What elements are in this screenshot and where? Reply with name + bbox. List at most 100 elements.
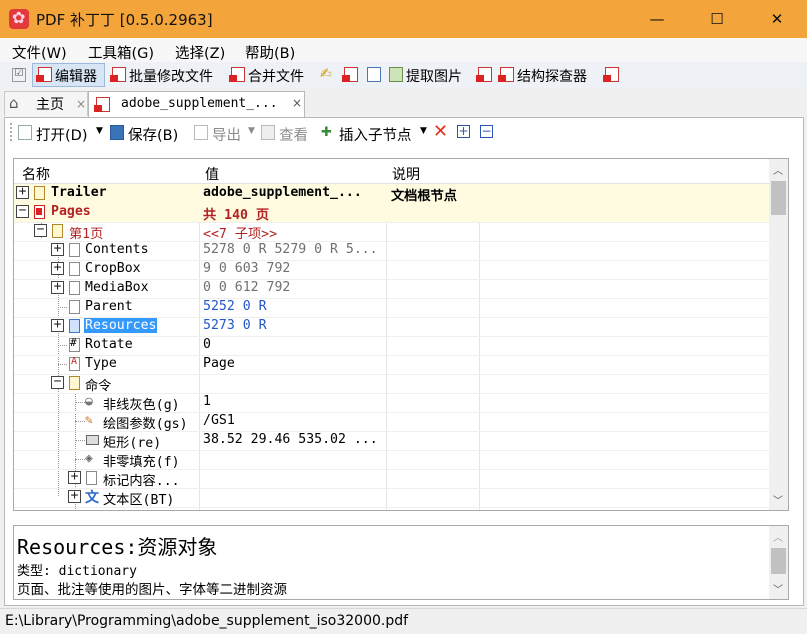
table-row[interactable]: Parent 5252 0 R [14, 298, 769, 318]
node-description: 文档根节点 [391, 189, 457, 204]
structure-tree-grid[interactable]: 名称 值 说明 + Trailer adobe_supplement_... 文… [13, 158, 789, 511]
menu-help[interactable]: 帮助(B) [245, 42, 295, 63]
minimize-button[interactable]: — [634, 0, 680, 38]
scroll-down-icon[interactable]: ﹀ [773, 492, 783, 507]
close-button[interactable]: ✕ [754, 0, 800, 38]
status-file-path: E:\Library\Programming\adobe_supplement_… [5, 613, 409, 629]
batch-modify-icon [110, 67, 126, 82]
extract-images-button[interactable]: 提取图片 [406, 66, 462, 86]
batch-modify-button[interactable]: 批量修改文件 [129, 66, 213, 86]
collapse-all-icon[interactable]: − [480, 125, 493, 138]
delete-icon[interactable]: ✕ [433, 121, 448, 142]
node-value: adobe_supplement_... [203, 185, 362, 200]
table-row[interactable]: Rotate 0 [14, 336, 769, 356]
text-block-icon: 文 [85, 490, 99, 506]
description-scroll-thumb[interactable] [771, 548, 786, 574]
header-description[interactable]: 说明 [392, 164, 420, 184]
editor-label: 编辑器 [55, 69, 97, 85]
save-button[interactable]: 保存(B) [128, 124, 178, 145]
bookmark-tool-icon[interactable]: ✍ [320, 66, 332, 82]
node-name: Pages [51, 204, 91, 219]
window-title: PDF 补丁丁 [0.5.0.2963] [36, 11, 213, 29]
desc-scroll-up-icon[interactable]: ︿ [773, 529, 783, 544]
node-name: Type [85, 356, 117, 371]
node-name: 绘图参数(gs) [103, 417, 188, 432]
table-row[interactable]: + CropBox 9 0 603 792 [14, 260, 769, 280]
table-row[interactable]: 矩形(re) 38.52 29.46 535.02 ... [14, 431, 769, 451]
export-dropdown-icon[interactable]: ▼ [248, 126, 255, 136]
node-value: 1 [203, 394, 211, 409]
insert-dropdown-icon[interactable]: ▼ [420, 126, 427, 136]
description-type: 类型: dictionary [17, 564, 137, 579]
toolbar-grip [10, 123, 14, 141]
table-row-selected[interactable]: + Resources 5273 0 R [14, 317, 769, 337]
extract-images-icon [389, 67, 403, 82]
table-row[interactable]: + Contents 5278 0 R 5279 0 R 5... [14, 241, 769, 261]
table-row[interactable]: − 命令 [14, 374, 769, 394]
tab-home-close-icon[interactable]: × [76, 97, 86, 111]
node-value: 5252 0 R [203, 299, 267, 314]
insert-child-button[interactable]: 插入子节点 [339, 124, 412, 145]
page-tool-icon[interactable] [367, 67, 381, 82]
export-icon [194, 125, 208, 140]
menu-tools[interactable]: 工具箱(G) [88, 42, 154, 63]
table-row[interactable]: Type Page [14, 355, 769, 375]
desc-scroll-down-icon[interactable]: ﹀ [773, 581, 783, 596]
node-value: /GS1 [203, 413, 235, 428]
table-row[interactable]: + 文 文本区(BT) [14, 488, 769, 508]
view-button[interactable]: 查看 [279, 124, 308, 145]
export-button[interactable]: 导出 [212, 124, 241, 145]
tab-document-close-icon[interactable]: × [292, 96, 302, 110]
node-name: 命令 [85, 379, 112, 394]
expand-all-icon[interactable]: + [457, 125, 470, 138]
description-text: 页面、批注等使用的图片、字体等二进制资源 [17, 582, 287, 598]
checklist-icon[interactable]: ☑ [12, 68, 26, 82]
node-value: 0 0 612 792 [203, 280, 291, 295]
node-name: Trailer [51, 185, 107, 200]
pdf-info-icon[interactable] [476, 67, 492, 82]
open-dropdown-icon[interactable]: ▼ [96, 126, 103, 136]
merge-button[interactable]: 合并文件 [248, 66, 304, 86]
grid-scroll-thumb[interactable] [771, 181, 786, 215]
insert-node-icon: ✚ [321, 125, 332, 140]
node-name: 非零填充(f) [103, 455, 180, 470]
graphics-state-icon: ✎ [85, 413, 93, 428]
open-button[interactable]: 打开(D) [36, 124, 87, 145]
struct-explorer-button[interactable]: 结构探查器 [517, 66, 587, 86]
table-row[interactable]: + 标记内容... [14, 469, 769, 489]
table-row[interactable]: ◒ 非线灰色(g) 1 [14, 393, 769, 413]
node-name: Parent [85, 299, 133, 314]
node-value: 9 0 603 792 [203, 261, 291, 276]
home-icon: ⌂ [9, 94, 19, 112]
header-name[interactable]: 名称 [22, 164, 50, 184]
table-row[interactable]: − 第1页 <<7 子项>> [14, 222, 769, 242]
table-row[interactable]: − Pages 共 140 页 [14, 203, 769, 223]
struct-explorer-icon [498, 67, 514, 82]
open-icon [18, 125, 32, 140]
table-row[interactable]: + MediaBox 0 0 612 792 [14, 279, 769, 299]
node-value: 5278 0 R 5279 0 R 5... [203, 242, 378, 257]
node-name: MediaBox [85, 280, 149, 295]
menu-file[interactable]: 文件(W) [12, 42, 67, 63]
scroll-up-icon[interactable]: ︿ [773, 162, 783, 177]
node-name: 非线灰色(g) [103, 398, 180, 413]
pdf-export-icon[interactable] [603, 67, 619, 82]
node-name: CropBox [85, 261, 141, 276]
gray-color-icon: ◒ [85, 394, 93, 409]
node-name: Contents [85, 242, 149, 257]
view-icon [261, 125, 275, 140]
menu-select[interactable]: 选择(Z) [175, 42, 225, 63]
table-row[interactable]: + Trailer adobe_supplement_... 文档根节点 [14, 184, 769, 204]
table-row[interactable]: ◈ 非零填充(f) [14, 450, 769, 470]
node-name: Resources [84, 318, 158, 333]
app-logo-icon [9, 8, 29, 29]
fill-icon: ◈ [85, 451, 93, 466]
description-panel: Resources:资源对象 类型: dictionary 页面、批注等使用的图… [13, 525, 789, 600]
maximize-button[interactable]: ☐ [694, 0, 740, 38]
node-name: 第1页 [69, 227, 104, 242]
node-name: Rotate [85, 337, 133, 352]
header-value[interactable]: 值 [205, 164, 219, 184]
table-row[interactable]: ✎ 绘图参数(gs) /GS1 [14, 412, 769, 432]
pdf-tool-icon[interactable] [342, 67, 358, 82]
node-value: 共 140 页 [203, 208, 270, 223]
